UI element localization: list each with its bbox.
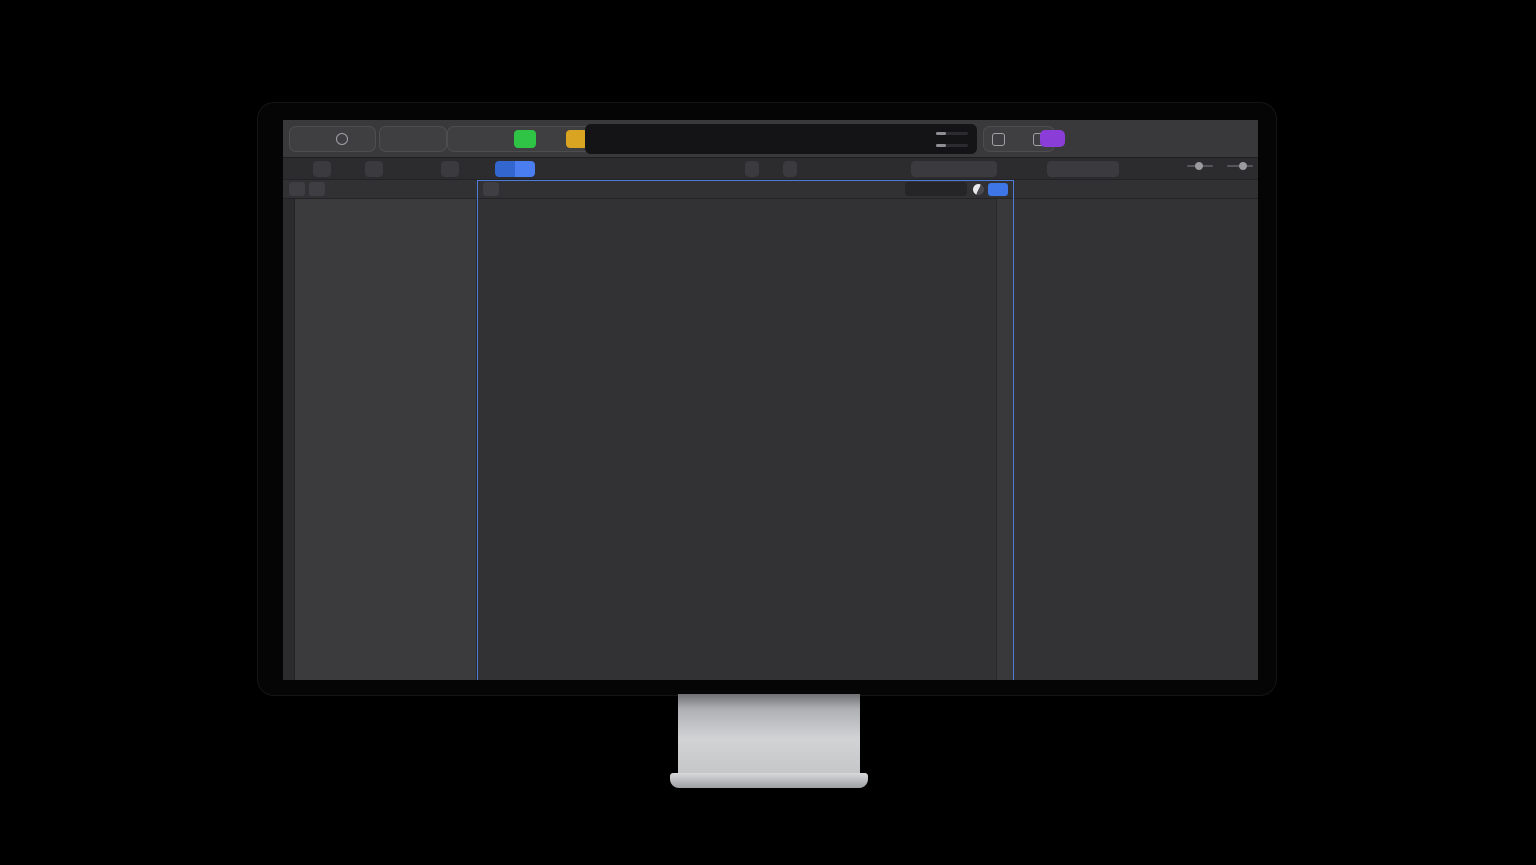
grid-view-segment [495, 161, 535, 177]
control-bar [283, 120, 1258, 158]
track-headers [295, 199, 476, 680]
record-button[interactable] [540, 130, 562, 148]
track-number-gutter [283, 199, 295, 680]
snap-dropdown[interactable] [911, 161, 997, 177]
count-in-button[interactable] [1040, 130, 1065, 147]
drag-dropdown[interactable] [1047, 161, 1119, 177]
quantize-start-dropdown[interactable] [905, 182, 967, 196]
view-buttons-group [289, 126, 376, 152]
lcd-time-signature [840, 126, 872, 152]
bar-ruler[interactable] [1014, 180, 1258, 199]
functions-menu[interactable] [365, 161, 383, 177]
grid-autoplay-button[interactable] [988, 183, 1008, 196]
grid-only-view-button[interactable] [495, 161, 515, 177]
scene-options-button[interactable] [483, 182, 499, 196]
secondary-tool-menu[interactable] [783, 161, 797, 177]
view-menu[interactable] [441, 161, 459, 177]
duplicate-track-button[interactable] [309, 182, 325, 196]
monitor-stand-neck [678, 694, 860, 775]
play-button[interactable] [514, 130, 536, 148]
add-track-button[interactable] [289, 182, 305, 196]
panel-buttons-group [379, 126, 447, 152]
quick-help-icon[interactable] [336, 133, 348, 145]
pointer-tool-menu[interactable] [745, 161, 759, 177]
performance-record-icon[interactable] [973, 184, 984, 195]
main-area [283, 199, 1258, 680]
stop-button[interactable] [488, 130, 510, 148]
hd-meter [936, 144, 968, 147]
live-loops-grid [477, 199, 996, 680]
grid-divider-column [996, 199, 1014, 680]
edit-menu[interactable] [313, 161, 331, 177]
lcd-display[interactable] [585, 124, 977, 154]
lcd-tempo [780, 126, 840, 152]
lcd-meters [922, 126, 968, 152]
monitor-stand-base [670, 773, 868, 788]
tracks-area [1014, 199, 1258, 680]
transport-group [447, 126, 597, 152]
vertical-zoom-slider[interactable] [1183, 165, 1213, 167]
lcd-position [700, 126, 780, 152]
lcd-time [590, 126, 700, 152]
live-loops-menu-bar [283, 158, 1258, 180]
grid-header-row [283, 180, 1258, 199]
lcd-midi-io [872, 126, 922, 152]
cpu-meter [936, 132, 968, 135]
horizontal-zoom-slider[interactable] [1223, 165, 1253, 167]
grid-and-tracks-view-button[interactable] [515, 161, 535, 177]
close-box-icon[interactable] [992, 133, 1005, 146]
logic-pro-window [283, 120, 1258, 680]
